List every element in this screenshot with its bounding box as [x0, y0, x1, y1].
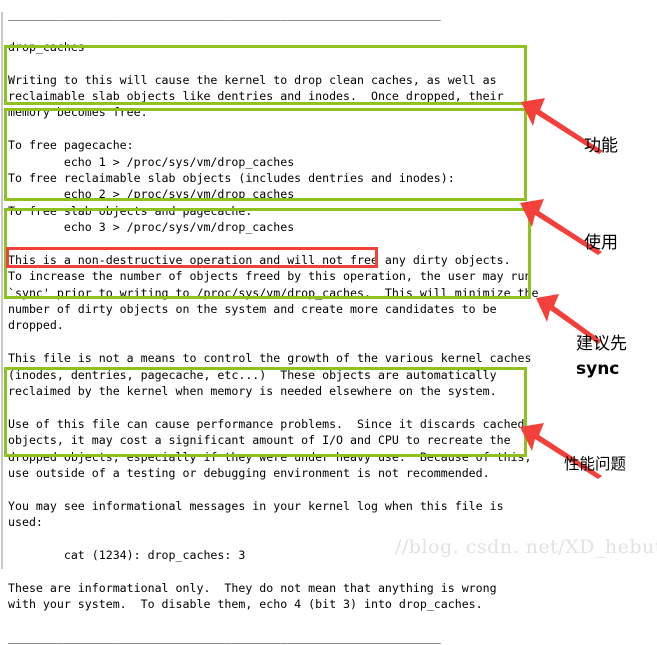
doc-line: To free reclaimable slab objects (includ…	[8, 170, 455, 185]
doc-line: (inodes, dentries, pagecache, etc...) Th…	[8, 367, 497, 382]
annotation-function: 功能	[584, 136, 618, 156]
doc-line: number of dirty objects on the system an…	[8, 302, 497, 317]
doc-line	[8, 235, 657, 251]
doc-line: reclaimable slab objects like dentries a…	[8, 88, 504, 103]
doc-line: This is a non-destructive operation and …	[8, 252, 511, 267]
doc-line	[8, 121, 657, 137]
doc-line: Use of this file can cause performance p…	[8, 416, 525, 431]
annotation-sync-line1: 建议先	[576, 334, 627, 354]
doc-line	[8, 481, 657, 497]
doc-line: ________________________________________…	[8, 629, 441, 644]
doc-line: You may see informational messages in yo…	[8, 498, 504, 513]
doc-line: ________________________________________…	[8, 7, 441, 21]
doc-line: used:	[8, 515, 43, 530]
doc-line: echo 2 > /proc/sys/vm/drop_caches	[8, 187, 295, 202]
annotation-sync-line2: sync	[576, 359, 620, 379]
doc-line: These are informational only. They do no…	[8, 580, 497, 595]
doc-line	[8, 334, 657, 350]
doc-line: use outside of a testing or debugging en…	[8, 465, 490, 480]
doc-line: To free pagecache:	[8, 138, 134, 153]
doc-line: memory becomes free.	[8, 105, 148, 120]
doc-line: echo 1 > /proc/sys/vm/drop_caches	[8, 154, 295, 169]
doc-line	[8, 55, 657, 71]
annotation-usage: 使用	[584, 233, 618, 253]
doc-line	[8, 22, 657, 38]
doc-line: echo 3 > /proc/sys/vm/drop_caches	[8, 220, 295, 235]
doc-line: `sync' prior to writing to /proc/sys/vm/…	[8, 285, 539, 300]
doc-line: To free slab objects and pagecache:	[8, 203, 253, 218]
doc-line	[8, 612, 657, 628]
doc-line: drop_caches	[8, 39, 85, 54]
doc-line: dropped.	[8, 318, 64, 333]
doc-line: dropped objects, especially if they were…	[8, 449, 532, 464]
doc-line: with your system. To disable them, echo …	[8, 597, 483, 612]
doc-line	[8, 399, 657, 415]
doc-line: Writing to this will cause the kernel to…	[8, 72, 497, 87]
left-edge-rule	[1, 12, 3, 569]
csdn-watermark: //blog. csdn. net/XD_hebuters	[395, 536, 657, 558]
doc-line: reclaimed by the kernel when memory is n…	[8, 383, 497, 398]
doc-line	[8, 563, 657, 579]
doc-line: To increase the number of objects freed …	[8, 269, 532, 284]
annotation-performance: 性能问题	[564, 455, 627, 473]
doc-line: This file is not a means to control the …	[8, 351, 532, 366]
doc-line: objects, it may cost a significant amoun…	[8, 433, 511, 448]
